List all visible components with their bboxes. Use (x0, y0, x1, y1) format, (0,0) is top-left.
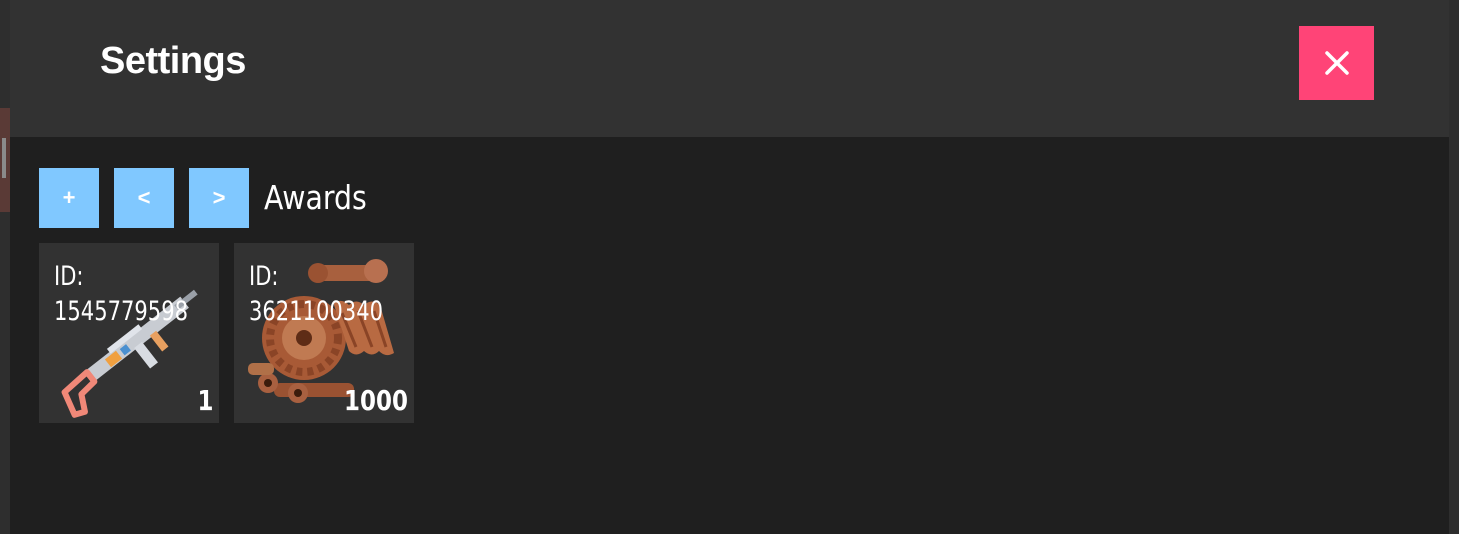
close-icon (1324, 51, 1349, 75)
previous-page-button[interactable]: < (114, 168, 174, 228)
award-id-value: 3621100340 (249, 296, 384, 327)
award-quantity: 1000 (344, 384, 408, 417)
award-item[interactable]: ID: 1545779598 1 (39, 243, 219, 423)
section-title: Awards (264, 178, 367, 217)
background-scroll-marker (2, 138, 6, 178)
settings-header: Settings (10, 0, 1449, 137)
award-id-label: ID: (54, 261, 84, 292)
award-id: ID: 3621100340 (249, 259, 383, 329)
close-button[interactable] (1299, 26, 1374, 100)
award-id-label: ID: (249, 261, 279, 292)
add-award-button[interactable]: + (39, 168, 99, 228)
award-item[interactable]: ID: 3621100340 1000 (234, 243, 414, 423)
settings-window: Settings + < > Awards ID: 1545779598 1 I… (10, 0, 1449, 534)
page-title: Settings (100, 40, 246, 82)
award-quantity: 1 (197, 384, 213, 417)
award-id: ID: 1545779598 (54, 259, 188, 329)
award-id-value: 1545779598 (54, 296, 189, 327)
next-page-button[interactable]: > (189, 168, 249, 228)
